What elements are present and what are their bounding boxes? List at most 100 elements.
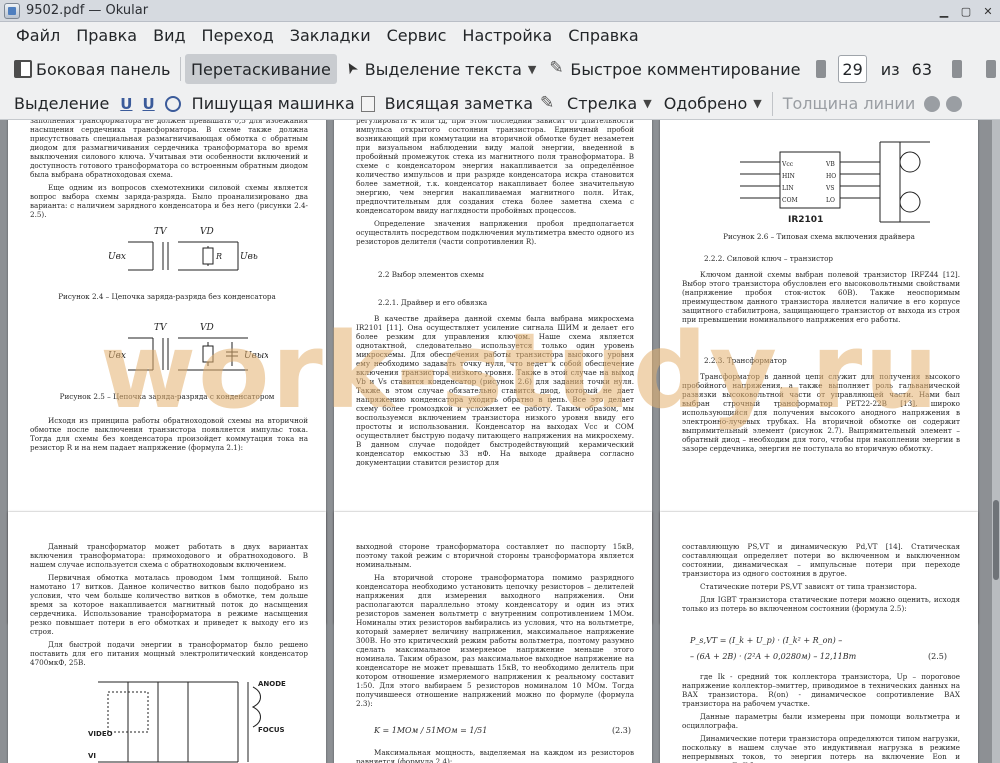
line-width-tool[interactable]: Толщина линии [777, 89, 922, 119]
previous-page-icon[interactable] [816, 60, 827, 78]
pdf-page-32: выходной стороне трансформатора составля… [334, 512, 652, 763]
page-text-block: Исходя из принципа работы обратноходовой… [30, 416, 308, 456]
line-width-label: Толщина линии [782, 94, 916, 113]
formula-2-5-line2: – (6A + 2B) · (2²A + 0,0280м) – 12,11Вт [690, 652, 857, 661]
stamp-tool-label: Одобрено [663, 94, 748, 113]
paragraph: составляющую PS,VT и динамическую Pd,VT … [682, 542, 960, 578]
paragraph: Еще одним из вопросов схемотехники силов… [30, 183, 308, 219]
svg-text:Uвых: Uвых [240, 252, 258, 262]
menu-go[interactable]: Переход [194, 22, 282, 50]
figure-2-5-circuit: TV VD Uвх Uвых [108, 323, 268, 371]
paragraph: Данный трансформатор может работать в дв… [30, 542, 308, 569]
color-picker-icon[interactable] [924, 95, 941, 112]
text-cursor-icon [343, 60, 361, 78]
chevron-down-icon[interactable]: ▼ [528, 63, 536, 76]
squiggle-underline-icon[interactable]: U [142, 95, 154, 113]
svg-text:Uвх: Uвх [108, 252, 126, 262]
page-number-input[interactable]: 29 [838, 55, 867, 83]
pen-icon [548, 58, 566, 78]
figure-transformer-schematic: ANODE FOCUS VIDEO VI [88, 680, 286, 763]
paragraph: Для IGBT транзистора статические потери … [682, 595, 960, 613]
window-title: 9502.pdf — Okular [26, 3, 149, 18]
menu-settings[interactable]: Настройка [454, 22, 560, 50]
svg-text:COM: COM [782, 197, 798, 204]
paragraph: заполнения трансформатора не должен прев… [30, 120, 308, 179]
scrollbar-thumb[interactable] [993, 500, 999, 580]
paragraph: Трансформатор в данной цепи служит для п… [682, 372, 960, 453]
paragraph: регулировать R или Iд, при этом последни… [356, 120, 634, 215]
section-heading: 2.2.2. Силовой ключ – транзистор [704, 254, 834, 263]
text-select-button[interactable]: Выделение текста ▼ [337, 54, 543, 84]
window-controls: ▁ ▢ ✕ [936, 3, 996, 19]
paragraph: выходной стороне трансформатора составля… [356, 542, 634, 569]
chevron-down-icon[interactable]: ▼ [753, 97, 761, 110]
section-heading: 2.2.3. Трансформатор [704, 356, 787, 365]
svg-text:HO: HO [826, 173, 836, 180]
svg-text:ANODE: ANODE [258, 680, 286, 688]
svg-text:LO: LO [826, 197, 835, 204]
popup-note-icon [360, 95, 375, 112]
document-view[interactable]: заполнения трансформатора не должен прев… [0, 120, 1000, 763]
paragraph: Исходя из принципа работы обратноходовой… [30, 416, 308, 452]
page-of-label: из [880, 59, 900, 79]
figure-caption: Рисунок 2.6 – Типовая схема включения др… [723, 232, 915, 241]
paragraph: Определение значения напряжения пробоя п… [356, 219, 634, 246]
paragraph: Данные параметры были измерены при помощ… [682, 712, 960, 730]
vertical-scrollbar[interactable] [992, 120, 1000, 763]
section-heading: 2.2 Выбор элементов схемы [378, 270, 485, 279]
page-text-block: Максимальная мощность, выделяемая на каж… [356, 748, 634, 763]
menu-bookmarks[interactable]: Закладки [282, 22, 379, 50]
svg-text:VIDEO: VIDEO [88, 730, 113, 738]
highlight-tool-label: Выделение [14, 94, 110, 113]
underline-icon[interactable]: U [120, 95, 132, 113]
figure-2-6-circuit: Vcc HIN LIN COM VB HO VS LO IR2101 [740, 141, 930, 225]
paragraph: Первичная обмотка моталась проводом 1мм … [30, 573, 308, 636]
chevron-down-icon[interactable]: ▼ [643, 97, 651, 110]
paragraph: В качестве драйвера данной схемы была вы… [356, 314, 634, 467]
svg-text:VS: VS [825, 185, 834, 192]
popup-note-tool[interactable]: Висящая заметка [379, 89, 539, 119]
page-text-block: регулировать R или Iд, при этом последни… [356, 120, 634, 250]
menu-edit[interactable]: Правка [68, 22, 145, 50]
section-heading: 2.2.1. Драйвер и его обвязка [378, 298, 488, 307]
close-icon[interactable]: ✕ [980, 3, 996, 19]
svg-text:R: R [215, 252, 222, 261]
toolbar-separator [771, 91, 773, 116]
maximize-icon[interactable]: ▢ [958, 3, 974, 19]
page-text-block: где Ik - средний ток коллектора транзист… [682, 672, 960, 763]
menu-tools[interactable]: Сервис [379, 22, 455, 50]
arrow-tool-label: Стрелка [567, 94, 638, 113]
svg-text:TV: TV [154, 227, 168, 237]
toolbar-separator [180, 57, 181, 81]
quick-comment-button[interactable]: Быстрое комментирование [542, 54, 806, 84]
next-page-icon[interactable] [952, 60, 962, 78]
drag-mode-button[interactable]: Перетаскивание [184, 54, 337, 84]
sidebar-button[interactable]: Боковая панель [8, 54, 176, 84]
figure-caption: Рисунок 2.5 – Цепочка заряда-разряда с к… [59, 392, 275, 401]
annotation-toolbar: Выделение U U Пишущая машинка Висящая за… [0, 88, 1000, 120]
typewriter-tool[interactable]: Пишущая машинка [186, 89, 361, 119]
page-text-block: Ключом данной схемы выбран полевой транз… [682, 270, 960, 328]
highlight-tool[interactable]: Выделение [8, 89, 115, 119]
figure-2-4-circuit: TV VD R Uвх Uвых [108, 227, 258, 271]
svg-text:LIN: LIN [782, 185, 794, 192]
minimize-icon[interactable]: ▁ [936, 3, 952, 19]
paragraph: где Ik - средний ток коллектора транзист… [682, 672, 960, 708]
svg-text:HIN: HIN [782, 173, 795, 180]
menu-view[interactable]: Вид [145, 22, 193, 50]
svg-text:FOCUS: FOCUS [258, 726, 285, 734]
page-text-block: Трансформатор в данной цепи служит для п… [682, 372, 960, 457]
toolbar-overflow-icon[interactable] [986, 60, 996, 78]
formula-number: (2.5) [928, 652, 947, 661]
menu-help[interactable]: Справка [560, 22, 647, 50]
page-text-block: выходной стороне трансформатора составля… [356, 542, 634, 712]
page-text-block: В качестве драйвера данной схемы была вы… [356, 314, 634, 471]
opacity-icon[interactable] [946, 95, 963, 112]
total-pages-label: 63 [911, 59, 932, 79]
menu-file[interactable]: Файл [8, 22, 68, 50]
stamp-tool[interactable]: Одобрено ▼ [658, 89, 768, 119]
strikeout-icon[interactable] [164, 95, 181, 112]
page-text-block: заполнения трансформатора не должен прев… [30, 120, 308, 223]
menu-bar: Файл Правка Вид Переход Закладки Сервис … [0, 22, 1000, 50]
arrow-tool[interactable]: Стрелка ▼ [561, 89, 658, 119]
